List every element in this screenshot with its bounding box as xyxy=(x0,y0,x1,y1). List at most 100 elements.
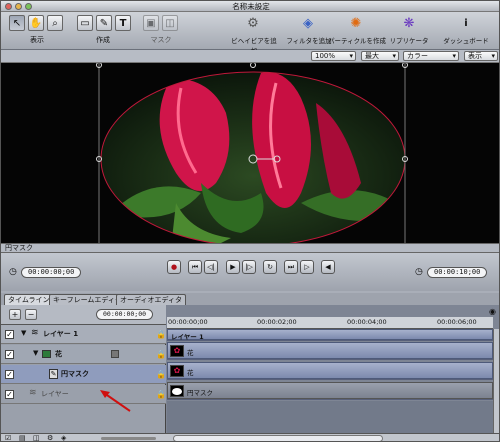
mask-clip[interactable]: 円マスク xyxy=(167,382,493,399)
step-back-button[interactable]: ◁| xyxy=(204,260,218,274)
tab-keyframe-editor[interactable]: キーフレームエディタ xyxy=(49,294,126,305)
ruler-tick-label: 00:00:04;00 xyxy=(347,318,387,326)
clip-label: 円マスク xyxy=(187,389,213,397)
zoom-window-button[interactable] xyxy=(25,3,32,10)
lock-icon[interactable]: 🔒 xyxy=(156,330,166,339)
record-button[interactable]: ● xyxy=(167,260,181,274)
zoom-handle-icon[interactable]: ◉ xyxy=(489,307,496,316)
canvas[interactable] xyxy=(1,63,499,243)
timeline-bottom-bar: ☑ ▤ ◫ ⚙ ◈ xyxy=(1,433,499,441)
layers-toolbar: + − 00:00:00;00 xyxy=(1,305,166,325)
mask-bezier-icon[interactable]: ◫ xyxy=(162,15,178,31)
mask-view-icon[interactable]: ◫ xyxy=(33,434,40,441)
lock-icon[interactable]: 🔒 xyxy=(156,370,166,379)
layer-stack-icon: ≋ xyxy=(29,388,37,398)
track-row: ✿ 花 xyxy=(167,341,493,360)
info-icon[interactable]: i xyxy=(456,14,476,32)
layer-stack-icon: ≋ xyxy=(31,328,39,338)
clip-thumbnail xyxy=(170,385,184,397)
dashboard-button[interactable]: ダッシュボード xyxy=(441,35,491,45)
layer-row[interactable]: ✓ ≋ レイヤー 🔒 xyxy=(1,385,166,404)
go-to-start-button[interactable]: ⏮ xyxy=(188,260,202,274)
end-timecode[interactable]: 00:00:10;00 xyxy=(427,267,488,278)
loop-button[interactable]: ↻ xyxy=(263,260,277,274)
red-arrow-annotation xyxy=(100,390,131,412)
image-icon xyxy=(42,350,51,358)
clock-icon: ◷ xyxy=(9,267,17,277)
current-timecode[interactable]: 00:00:00;00 xyxy=(21,267,82,278)
layer-name: レイヤー 1 xyxy=(43,330,79,338)
display-label: 表示 xyxy=(30,36,44,44)
layer-name: 円マスク xyxy=(61,370,89,378)
layer-enable-checkbox[interactable]: ✓ xyxy=(5,390,14,399)
bezier-tool-icon[interactable]: ✎ xyxy=(96,15,112,31)
title-bar: 名称未設定 xyxy=(1,1,499,12)
track-row: 円マスク xyxy=(167,381,493,400)
arrow-tool-icon[interactable]: ↖ xyxy=(9,15,25,31)
clip-thumbnail: ✿ xyxy=(170,345,184,357)
layer-view-icon[interactable]: ▤ xyxy=(19,434,26,441)
replicator-icon[interactable]: ❋ xyxy=(399,14,419,32)
tab-audio-editor[interactable]: オーディオエディタ xyxy=(116,294,187,305)
filter-view-icon[interactable]: ◈ xyxy=(61,434,66,441)
lock-icon[interactable]: 🔒 xyxy=(156,350,166,359)
timeline-tracks: ◉ 00:00:00;00 00:00:02;00 00:00:04;00 00… xyxy=(167,305,499,441)
view-select[interactable]: 表示 xyxy=(464,51,498,61)
layer-row[interactable]: ✓ ▼ ≋ レイヤー 1 🔒 xyxy=(1,325,166,344)
zoom-tool-icon[interactable]: ⌕ xyxy=(47,15,63,31)
layer-clip[interactable]: レイヤー 1 xyxy=(167,329,493,341)
channel-select[interactable]: カラー xyxy=(403,51,459,61)
vertical-scrollbar[interactable] xyxy=(493,329,499,433)
ruler-tick-label: 00:00:06;00 xyxy=(437,318,477,326)
disclosure-triangle-icon[interactable]: ▼ xyxy=(33,349,38,357)
create-label: 作成 xyxy=(96,36,110,44)
zoom-slider[interactable] xyxy=(101,437,156,440)
rectangle-tool-icon[interactable]: ▭ xyxy=(77,15,93,31)
tab-bar: タイムライン キーフレームエディタ オーディオエディタ xyxy=(1,293,499,305)
behavior-view-icon[interactable]: ⚙ xyxy=(47,434,53,441)
clip-label: 花 xyxy=(187,349,194,357)
text-tool-icon[interactable]: T xyxy=(115,15,131,31)
layer-row-selected[interactable]: ✓ ✎ 円マスク 🔒 xyxy=(1,365,166,384)
horizontal-scrollbar[interactable] xyxy=(173,435,383,441)
gear-icon[interactable]: ⚙ xyxy=(243,14,263,32)
make-particles-button[interactable]: パーティクルを作成 xyxy=(328,35,386,45)
layer-clip[interactable]: ✿ 花 xyxy=(167,342,493,359)
tab-timeline[interactable]: タイムライン xyxy=(4,294,54,305)
checkbox-icon[interactable]: ☑ xyxy=(5,434,11,441)
time-ruler[interactable]: 00:00:00;00 00:00:02;00 00:00:04;00 00:0… xyxy=(167,317,493,329)
audio-button[interactable]: ◀ xyxy=(321,260,335,274)
disclosure-triangle-icon[interactable]: ▼ xyxy=(21,329,26,337)
close-window-button[interactable] xyxy=(5,3,12,10)
replicator-button[interactable]: リプリケータ xyxy=(389,35,429,45)
lock-icon[interactable]: 🔒 xyxy=(156,390,166,399)
add-layer-button[interactable]: + xyxy=(9,309,21,320)
layer-enable-checkbox[interactable]: ✓ xyxy=(5,350,14,359)
play-button[interactable]: ▶ xyxy=(226,260,240,274)
hand-tool-icon[interactable]: ✋ xyxy=(28,15,44,31)
duration-icon: ◷ xyxy=(415,267,423,277)
layer-row[interactable]: ✓ ▼ 花 🔒 xyxy=(1,345,166,364)
layer-name: 花 xyxy=(55,350,62,358)
step-forward-button[interactable]: |▷ xyxy=(242,260,256,274)
play-selection-button[interactable]: ▷ xyxy=(300,260,314,274)
remove-layer-button[interactable]: − xyxy=(25,309,37,320)
canvas-image xyxy=(96,63,408,243)
layers-list: + − 00:00:00;00 ✓ ▼ ≋ レイヤー 1 🔒 ✓ ▼ 花 🔒 ✓ xyxy=(1,305,166,441)
resolution-select[interactable]: 最大 xyxy=(361,51,399,61)
particle-icon[interactable]: ✺ xyxy=(346,14,366,32)
ruler-tick-label: 00:00:02;00 xyxy=(257,318,297,326)
filter-icon[interactable]: ◈ xyxy=(298,14,318,32)
toolbar: ↖ ✋ ⌕ 表示 ▭ ✎ T 作成 ▣ ◫ マスク ⚙ ビヘイビアを追加 ◈ フ… xyxy=(1,12,499,55)
layer-enable-checkbox[interactable]: ✓ xyxy=(5,330,14,339)
zoom-select[interactable]: 100% xyxy=(311,51,356,61)
status-bar: 円マスク xyxy=(1,243,499,253)
layer-clip[interactable]: ✿ 花 xyxy=(167,362,493,379)
timeline-timecode[interactable]: 00:00:00;00 xyxy=(96,309,154,320)
layer-enable-checkbox[interactable]: ✓ xyxy=(5,370,14,379)
canvas-options-bar: 100% 最大 カラー 表示 xyxy=(1,50,499,63)
mask-rect-icon[interactable]: ▣ xyxy=(143,15,159,31)
minimize-window-button[interactable] xyxy=(15,3,22,10)
go-to-end-button[interactable]: ⏭ xyxy=(284,260,298,274)
clip-thumbnail: ✿ xyxy=(170,365,184,377)
